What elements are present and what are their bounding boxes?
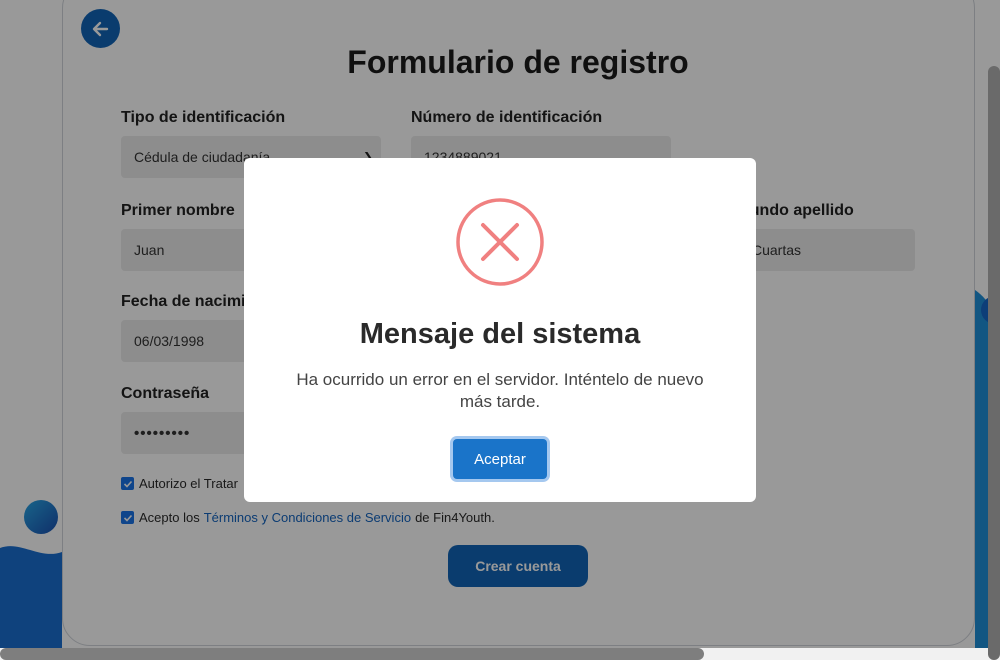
dialog-title: Mensaje del sistema — [359, 318, 641, 350]
vertical-scrollbar[interactable] — [988, 66, 1000, 660]
dialog-message: Ha ocurrido un error en el servidor. Int… — [296, 370, 704, 411]
system-message-dialog: Mensaje del sistema Ha ocurrido un error… — [244, 158, 756, 502]
error-x-icon — [455, 197, 545, 287]
horizontal-scrollbar[interactable] — [0, 648, 704, 660]
accept-button[interactable]: Aceptar — [453, 439, 547, 479]
